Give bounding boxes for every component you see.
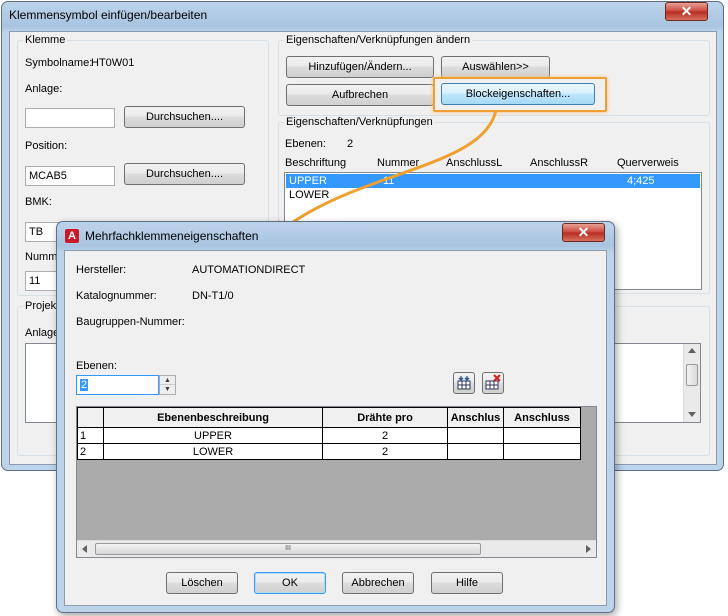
ok-button[interactable]: OK xyxy=(254,572,326,594)
ebenen-grid[interactable]: Ebenenbeschreibung Drähte pro Anschlus A… xyxy=(76,406,597,558)
table-row[interactable]: 1 UPPER 2 xyxy=(77,427,581,444)
scroll-up-arrow-icon[interactable] xyxy=(688,348,696,353)
cell-anschluss-1[interactable] xyxy=(447,443,504,460)
symbolname-label: Symbolname: xyxy=(25,57,93,69)
props-legend: Eigenschaften/Verknüpfungen xyxy=(286,116,433,128)
col-anschlussR: AnschlussR xyxy=(530,157,589,169)
anlage-browse-button[interactable]: Durchsuchen.... xyxy=(124,106,245,128)
table-header: Ebenenbeschreibung Drähte pro Anschlus A… xyxy=(77,407,581,428)
block-props-button[interactable]: Blockeigenschaften... xyxy=(441,83,595,105)
col-beschriftung: Beschriftung xyxy=(285,157,347,169)
insert-row-button[interactable] xyxy=(453,372,475,394)
col-anschlussL: AnschlussL xyxy=(446,157,503,169)
select-button[interactable]: Auswählen>> xyxy=(441,56,550,78)
dialog-close-button[interactable]: ✕ xyxy=(562,223,605,242)
hscroll-thumb[interactable]: III xyxy=(95,543,481,555)
links-change-legend: Eigenschaften/Verknüpfungen ändern xyxy=(286,34,471,46)
dialog-ebenen-input[interactable]: 2 xyxy=(76,375,159,395)
row-beschriftung: UPPER xyxy=(289,175,327,187)
cancel-button[interactable]: Abbrechen xyxy=(342,572,414,594)
cell-wires[interactable]: 2 xyxy=(322,427,448,444)
ebenen-table: Ebenenbeschreibung Drähte pro Anschlus A… xyxy=(77,407,581,460)
props-ebenen-value: 2 xyxy=(347,138,354,150)
position-browse-button[interactable]: Durchsuchen.... xyxy=(124,163,245,185)
col-querverweis: Querverweis xyxy=(617,157,679,169)
projekt-vscroll[interactable] xyxy=(683,344,700,422)
klemme-legend: Klemme xyxy=(25,34,66,46)
cell-wires[interactable]: 2 xyxy=(322,443,448,460)
grid-hscroll[interactable]: III xyxy=(77,540,596,557)
help-button[interactable]: Hilfe xyxy=(431,572,503,594)
delete-row-button[interactable] xyxy=(482,372,504,394)
spinner-down-icon[interactable]: ▼ xyxy=(160,385,175,394)
cell-anschluss-1[interactable] xyxy=(447,427,504,444)
list-item[interactable]: LOWER xyxy=(286,188,700,202)
add-change-button[interactable]: Hinzufügen/Ändern... xyxy=(286,56,434,78)
col-nummer: Nummer xyxy=(377,157,420,169)
row-nummer: 11 xyxy=(383,175,395,187)
row-beschriftung: LOWER xyxy=(289,189,330,201)
dialog-title: Mehrfachklemmeneigenschaften xyxy=(85,229,259,243)
baugruppe-label: Baugruppen-Nummer: xyxy=(76,316,185,328)
props-ebenen-label: Ebenen: xyxy=(285,138,326,150)
cell-desc[interactable]: LOWER xyxy=(103,443,323,460)
position-input[interactable]: MCAB5 xyxy=(25,166,115,186)
scroll-right-arrow-icon[interactable] xyxy=(586,545,591,553)
hersteller-value: AUTOMATIONDIRECT xyxy=(192,264,306,276)
header-ebenenbeschreibung[interactable]: Ebenenbeschreibung xyxy=(103,407,323,428)
autocad-app-icon: A xyxy=(65,229,79,243)
anlage-label: Anlage: xyxy=(25,83,63,95)
cell-anschluss-2[interactable] xyxy=(503,427,581,444)
dialog-ebenen-label: Ebenen: xyxy=(76,360,117,372)
list-item[interactable]: UPPER 11 4;425 xyxy=(286,174,700,188)
main-window-title: Klemmensymbol einfügen/bearbeiten xyxy=(9,8,208,22)
anlage-input[interactable] xyxy=(25,108,115,128)
projekt-anlage-label: Anlage xyxy=(25,327,60,339)
bmk-label: BMK: xyxy=(25,196,52,208)
break-button[interactable]: Aufbrechen xyxy=(286,84,434,106)
katalog-value: DN-T1/0 xyxy=(192,290,234,302)
header-anschlus[interactable]: Anschlus xyxy=(447,407,504,428)
ebenen-spinner[interactable]: ▲ ▼ xyxy=(159,375,176,395)
scroll-down-arrow-icon[interactable] xyxy=(688,412,696,417)
spinner-up-icon[interactable]: ▲ xyxy=(160,376,175,385)
main-close-button[interactable]: ✕ xyxy=(665,2,708,21)
cell-desc[interactable]: UPPER xyxy=(103,427,323,444)
row-querverweis: 4;425 xyxy=(627,175,655,187)
header-draehte-pro[interactable]: Drähte pro xyxy=(322,407,448,428)
row-number: 2 xyxy=(77,443,104,460)
insert-row-icon xyxy=(457,376,471,390)
scroll-thumb[interactable] xyxy=(686,364,698,386)
cell-anschluss-2[interactable] xyxy=(503,443,581,460)
table-row[interactable]: 2 LOWER 2 xyxy=(77,443,581,460)
hersteller-label: Hersteller: xyxy=(76,264,127,276)
delete-button[interactable]: Löschen xyxy=(166,572,238,594)
hscroll-grip: III xyxy=(285,545,291,552)
position-label: Position: xyxy=(25,140,68,152)
dialog-ebenen-value: 2 xyxy=(80,379,89,391)
header-anschluss[interactable]: Anschluss xyxy=(503,407,581,428)
katalog-label: Katalognummer: xyxy=(76,290,157,302)
delete-row-icon xyxy=(485,374,501,390)
row-number: 1 xyxy=(77,427,104,444)
scroll-left-arrow-icon[interactable] xyxy=(82,545,87,553)
symbolname-value: HT0W01 xyxy=(91,57,135,69)
header-corner xyxy=(77,407,104,428)
